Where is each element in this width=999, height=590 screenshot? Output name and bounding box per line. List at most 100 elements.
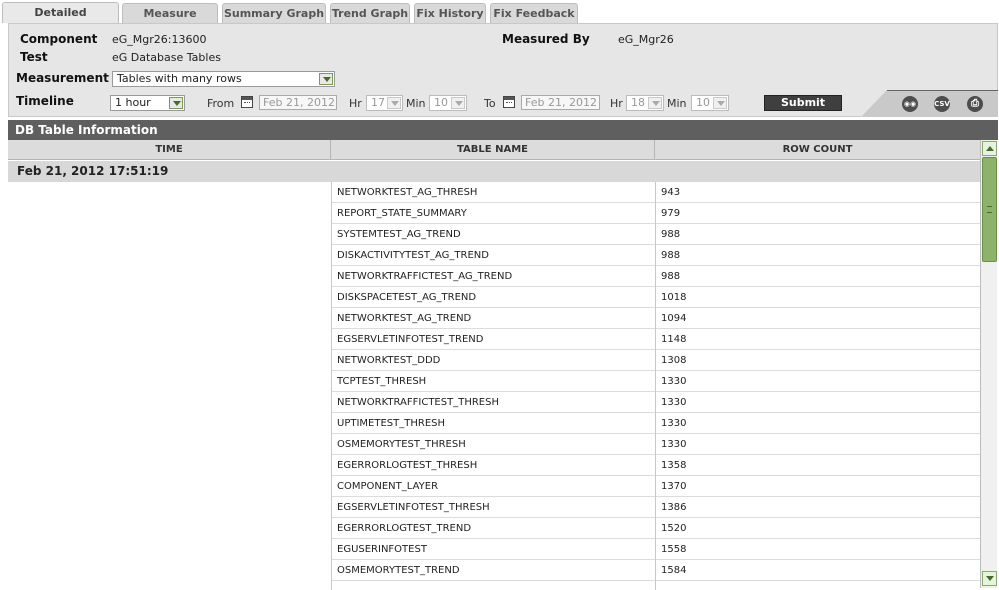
table-row: EGSERVLETINFOTEST_THRESH 1386 xyxy=(8,497,980,518)
table-row: DISKSPACETEST_AG_TREND 1018 xyxy=(8,287,980,308)
table-name-cell: OSMEMORYTEST_TREND xyxy=(332,560,655,581)
row-count-cell: 1520 xyxy=(656,518,980,539)
to-min-label: Min xyxy=(667,97,687,110)
filter-panel: Component eG_Mgr26:13600 Measured By eG_… xyxy=(8,23,998,117)
column-header-row-count: ROW COUNT xyxy=(782,144,853,155)
row-count-cell: 1386 xyxy=(656,497,980,518)
table-name-cell: NETWORKTEST_DDD xyxy=(332,350,655,371)
timeline-select-value: 1 hour xyxy=(115,96,151,109)
from-min-select[interactable]: 10 xyxy=(429,95,467,111)
calendar-icon[interactable] xyxy=(241,96,253,108)
to-date-field[interactable]: Feb 21, 2012 xyxy=(521,95,600,110)
table-row: UPTIMETEST_THRESH 1330 xyxy=(8,413,980,434)
to-hr-select[interactable]: 18 xyxy=(626,95,664,111)
print-icon[interactable]: ⎙ xyxy=(967,96,983,112)
time-cell xyxy=(8,203,331,224)
table-row: EGERRORLOGTEST_TREND 1520 xyxy=(8,518,980,539)
tab-measure-graph[interactable]: Measure Graph xyxy=(122,3,218,39)
row-count-cell: 1308 xyxy=(656,350,980,371)
scrollbar-thumb[interactable] xyxy=(982,157,997,262)
table-row: OSMEMORYTEST_TREND 1584 xyxy=(8,560,980,581)
table-name-cell: UPTIMETEST_THRESH xyxy=(332,413,655,434)
table-row: NETWORKTEST_DDD 1308 xyxy=(8,350,980,371)
test-label: Test xyxy=(20,50,48,64)
component-value: eG_Mgr26:13600 xyxy=(112,33,207,46)
to-min-value: 10 xyxy=(696,96,710,109)
table-row: DISKACTIVITYTEST_AG_TREND 988 xyxy=(8,245,980,266)
timeline-select[interactable]: 1 hour xyxy=(110,95,185,111)
row-count-cell: 988 xyxy=(656,266,980,287)
measured-by-value: eG_Mgr26 xyxy=(618,33,674,46)
table-name-cell: OSMEMORYTEST_THRESH xyxy=(332,434,655,455)
test-value: eG Database Tables xyxy=(112,51,221,64)
to-min-select[interactable]: 10 xyxy=(691,95,729,111)
table-name-cell: NETWORKTEST_AG_TREND xyxy=(332,308,655,329)
time-cell xyxy=(8,476,331,497)
submit-button[interactable]: Submit xyxy=(764,95,842,111)
time-cell xyxy=(8,497,331,518)
time-cell xyxy=(8,518,331,539)
export-toolbar: ◉◉ CSV ⎙ xyxy=(861,90,998,117)
group-time-row: Feb 21, 2012 17:51:19 xyxy=(8,161,980,182)
binoculars-icon[interactable]: ◉◉ xyxy=(902,96,918,112)
tab-bar: Detailed Diagnosis Measure Graph Summary… xyxy=(0,0,999,39)
row-count-cell: 1330 xyxy=(656,434,980,455)
scroll-down-icon[interactable] xyxy=(982,571,997,586)
csv-icon[interactable]: CSV xyxy=(934,96,950,112)
table-row: COMPONENT_LAYER 1370 xyxy=(8,476,980,497)
scroll-up-icon[interactable] xyxy=(982,141,997,156)
table-row xyxy=(8,581,980,590)
chevron-down-icon[interactable] xyxy=(387,97,401,109)
time-cell xyxy=(8,245,331,266)
chevron-down-icon[interactable] xyxy=(451,97,465,109)
chevron-down-icon[interactable] xyxy=(169,97,183,109)
chevron-down-icon[interactable] xyxy=(648,97,662,109)
time-cell xyxy=(8,392,331,413)
time-cell xyxy=(8,287,331,308)
tab-detailed-diagnosis[interactable]: Detailed Diagnosis xyxy=(2,2,119,38)
from-hr-select[interactable]: 17 xyxy=(366,95,403,111)
row-count-cell: 1584 xyxy=(656,560,980,581)
to-hr-label: Hr xyxy=(610,97,623,110)
row-count-cell: 1358 xyxy=(656,455,980,476)
vertical-scrollbar[interactable] xyxy=(980,140,997,588)
row-count-cell: 1558 xyxy=(656,539,980,560)
measurement-select[interactable]: Tables with many rows xyxy=(112,71,335,87)
time-cell xyxy=(8,371,331,392)
table-name-cell: NETWORKTRAFFICTEST_AG_TREND xyxy=(332,266,655,287)
tab-fix-history[interactable]: Fix History xyxy=(414,3,486,23)
chevron-down-icon[interactable] xyxy=(319,73,333,85)
tab-trend-graph[interactable]: Trend Graph xyxy=(330,3,410,23)
to-label: To xyxy=(484,97,496,110)
time-cell xyxy=(8,350,331,371)
measurement-select-value: Tables with many rows xyxy=(117,72,242,85)
table-row: EGSERVLETINFOTEST_TREND 1148 xyxy=(8,329,980,350)
table-name-cell: EGERRORLOGTEST_TREND xyxy=(332,518,655,539)
calendar-icon[interactable] xyxy=(503,96,515,108)
column-header-table-name: TABLE NAME xyxy=(331,140,655,160)
table-row: OSMEMORYTEST_THRESH 1330 xyxy=(8,434,980,455)
table-name-cell: COMPONENT_LAYER xyxy=(332,476,655,497)
table-row: NETWORKTRAFFICTEST_THRESH 1330 xyxy=(8,392,980,413)
table-name-cell: REPORT_STATE_SUMMARY xyxy=(332,203,655,224)
table-row: NETWORKTRAFFICTEST_AG_TREND 988 xyxy=(8,266,980,287)
table-row: NETWORKTEST_AG_THRESH 943 xyxy=(8,182,980,203)
table-row: TCPTEST_THRESH 1330 xyxy=(8,371,980,392)
table-row: SYSTEMTEST_AG_TREND 988 xyxy=(8,224,980,245)
table-header: TIME TABLE NAME ROW COUNT xyxy=(8,140,980,160)
table-row: NETWORKTEST_AG_TREND 1094 xyxy=(8,308,980,329)
tab-fix-feedback[interactable]: Fix Feedback xyxy=(490,3,578,23)
from-date-field[interactable]: Feb 21, 2012 xyxy=(259,95,337,110)
chevron-down-icon[interactable] xyxy=(713,97,727,109)
row-count-cell: 943 xyxy=(656,182,980,203)
row-count-cell: 988 xyxy=(656,245,980,266)
tab-summary-graph[interactable]: Summary Graph xyxy=(222,3,326,23)
table-name-cell: TCPTEST_THRESH xyxy=(332,371,655,392)
table-name-cell: DISKSPACETEST_AG_TREND xyxy=(332,287,655,308)
to-hr-value: 18 xyxy=(631,96,645,109)
row-count-cell: 1330 xyxy=(656,392,980,413)
row-count-cell xyxy=(656,581,980,590)
row-count-cell: 979 xyxy=(656,203,980,224)
table-name-cell: EGERRORLOGTEST_THRESH xyxy=(332,455,655,476)
column-header-time: TIME xyxy=(8,140,331,160)
